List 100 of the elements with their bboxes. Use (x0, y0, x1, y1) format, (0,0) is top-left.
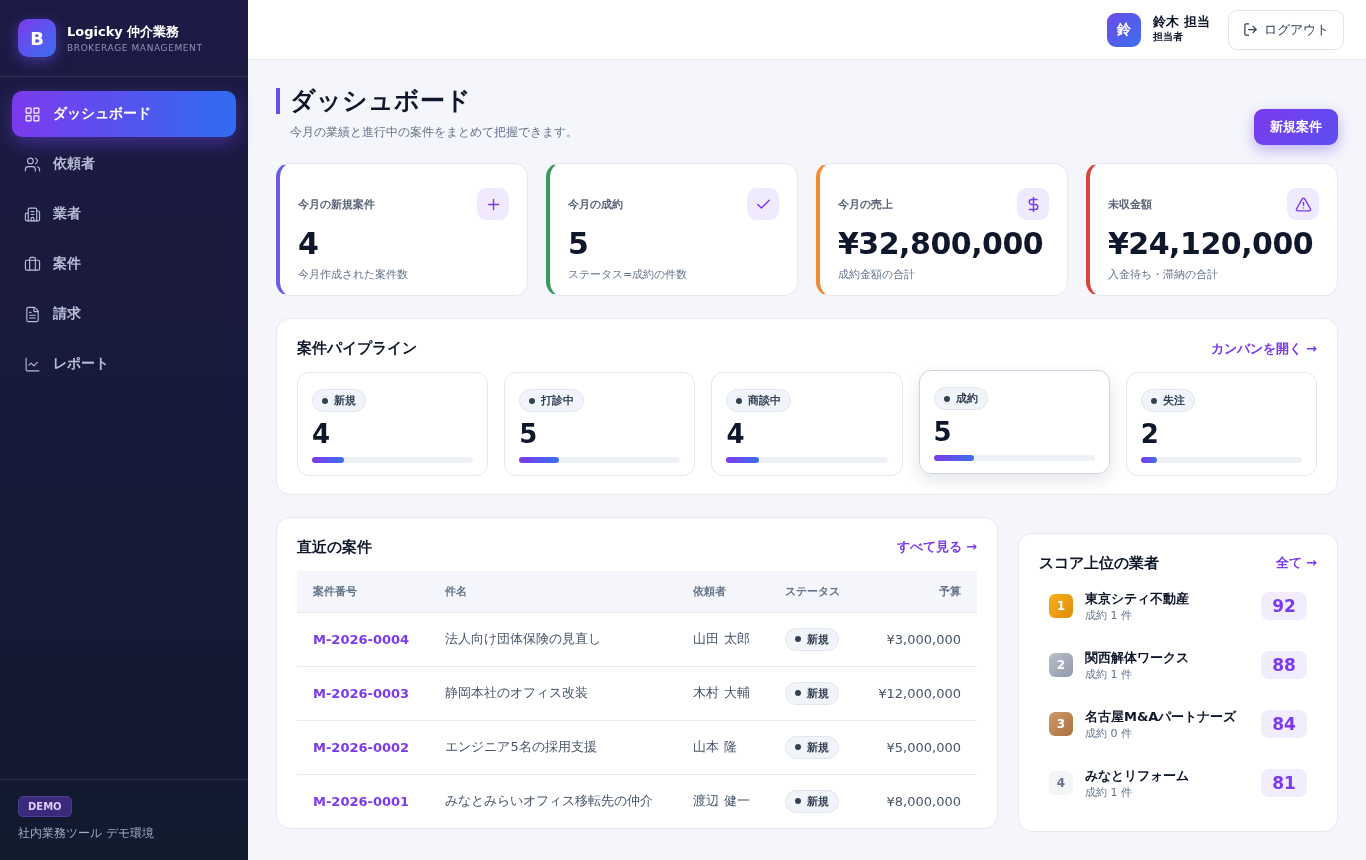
vendor-deals: 成約 1 件 (1085, 607, 1133, 623)
plus-icon (477, 188, 509, 220)
stat-note: 今月作成された案件数 (298, 267, 409, 282)
stat-value: 5 (568, 226, 590, 261)
user-role: 担当者 (1153, 29, 1185, 44)
case-id-link[interactable]: M-2026-0003 (313, 685, 410, 701)
check-icon (747, 188, 779, 220)
page-subtitle: 今月の業績と進行中の案件をまとめて把握できます。 (290, 124, 578, 141)
vendor-deals: 成約 0 件 (1085, 725, 1133, 741)
rank-badge: 2 (1049, 653, 1073, 678)
demo-badge: DEMO (18, 796, 72, 817)
case-id-link[interactable]: M-2026-0004 (313, 631, 410, 647)
table-cell: みなとみらいオフィス移転先の仲介 (429, 774, 678, 828)
table-cell: ¥3,000,000 (858, 612, 977, 667)
stat-label: 今月の成約 (568, 196, 623, 212)
column-header: 案件番号 (297, 570, 430, 613)
stage-count: 4 (726, 420, 746, 449)
table-cell: 静岡本社のオフィス改装 (429, 666, 678, 721)
stat-note: 成約金額の合計 (838, 267, 916, 282)
status-tag: 新規 (784, 789, 839, 813)
dollar-icon (1017, 188, 1049, 220)
nav-item[interactable]: 依頼者 (12, 141, 236, 187)
stage-label: 新規 (312, 389, 366, 412)
stat-value: 4 (298, 226, 320, 261)
stage-count: 2 (1140, 420, 1160, 449)
status-tag: 新規 (784, 627, 839, 651)
table-cell: 渡辺 健一 (677, 774, 769, 828)
nav-item[interactable]: ダッシュボード (12, 91, 236, 137)
status-tag: 新規 (784, 735, 839, 759)
pipeline-title: 案件パイプライン (297, 339, 417, 358)
user-name: 鈴木 担当 (1153, 15, 1210, 30)
stage-card[interactable]: 商談中 4 (711, 372, 903, 476)
line-chart-icon (24, 355, 41, 373)
column-header: ステータス (768, 570, 859, 613)
stage-label: 打診中 (519, 389, 585, 412)
building-icon (24, 205, 41, 223)
stage-label: 成約 (933, 387, 988, 410)
stage-card[interactable]: 成約 5 (918, 370, 1110, 474)
table-cell: 木村 大輔 (677, 666, 769, 721)
nav-item[interactable]: 案件 (12, 241, 236, 287)
column-header: 件名 (429, 570, 678, 613)
page-title: ダッシュボード (276, 88, 578, 114)
document-icon (24, 305, 41, 323)
vendor-score: 88 (1261, 651, 1307, 680)
kanban-link[interactable]: カンバンを開く → (1210, 339, 1317, 358)
all-vendors-link[interactable]: 全て → (1275, 554, 1317, 573)
new-case-button[interactable]: 新規案件 (1254, 109, 1338, 145)
rank-badge: 1 (1049, 594, 1073, 619)
vendor-score: 84 (1261, 710, 1307, 739)
stage-card[interactable]: 打診中 5 (504, 372, 696, 476)
warning-icon (1287, 188, 1319, 220)
vendor-deals: 成約 1 件 (1085, 666, 1133, 682)
stage-count: 5 (933, 418, 953, 447)
vendor-deals: 成約 1 件 (1085, 784, 1133, 800)
stat-label: 未収金額 (1108, 196, 1152, 212)
vendor-name: 東京シティ不動産 (1085, 589, 1190, 608)
rank-badge: 3 (1049, 712, 1073, 737)
vendor-score: 92 (1261, 592, 1307, 621)
nav-item[interactable]: レポート (12, 341, 236, 387)
user-avatar: 鈴 (1107, 12, 1142, 47)
table-cell: ¥12,000,000 (858, 666, 977, 721)
case-id-link[interactable]: M-2026-0002 (313, 739, 410, 755)
table-cell: 山田 太郎 (677, 612, 769, 667)
table-cell: エンジニア5名の採用支援 (429, 720, 678, 775)
stat-label: 今月の売上 (838, 196, 893, 212)
column-header: 予算 (858, 570, 977, 613)
logout-icon (1243, 22, 1258, 37)
logout-button[interactable]: ログアウト (1228, 9, 1344, 50)
stage-label: 商談中 (726, 389, 792, 412)
vendor-name: 関西解体ワークス (1085, 648, 1190, 667)
column-header: 依頼者 (677, 570, 769, 613)
stat-note: ステータス=成約の件数 (568, 267, 689, 282)
users-icon (24, 155, 41, 173)
stat-note: 入金待ち・滞納の合計 (1108, 267, 1219, 282)
vendor-score: 81 (1261, 769, 1307, 798)
vendor-name: 名古屋M&Aパートナーズ (1085, 707, 1238, 726)
table-cell: 法人向け団体保険の見直し (429, 612, 678, 667)
environment-note: 社内業務ツール デモ環境 (18, 825, 154, 842)
nav-item[interactable]: 業者 (12, 191, 236, 237)
case-id-link[interactable]: M-2026-0001 (313, 793, 410, 809)
brand-subtitle: BROKERAGE MANAGEMENT (67, 43, 203, 53)
stage-card[interactable]: 新規 4 (297, 372, 489, 476)
view-all-link[interactable]: すべて見る → (896, 538, 977, 557)
rank-badge: 4 (1049, 771, 1073, 796)
vendor-name: みなとリフォーム (1085, 766, 1190, 785)
stat-label: 今月の新規案件 (298, 196, 375, 212)
table-cell: 山本 隆 (677, 720, 769, 775)
stat-value: ¥32,800,000 (838, 226, 1045, 261)
nav-item[interactable]: 請求 (12, 291, 236, 337)
vendors-title: スコア上位の業者 (1039, 553, 1159, 573)
stage-label: 失注 (1140, 389, 1195, 412)
brand-name: Logicky 仲介業務 (67, 23, 181, 41)
stage-count: 5 (519, 420, 539, 449)
stage-count: 4 (312, 420, 332, 449)
status-tag: 新規 (784, 681, 839, 705)
logo: B (18, 19, 56, 57)
briefcase-icon (24, 255, 41, 273)
dashboard-icon (24, 105, 41, 123)
table-cell: ¥8,000,000 (858, 774, 977, 828)
stage-card[interactable]: 失注 2 (1125, 372, 1317, 476)
